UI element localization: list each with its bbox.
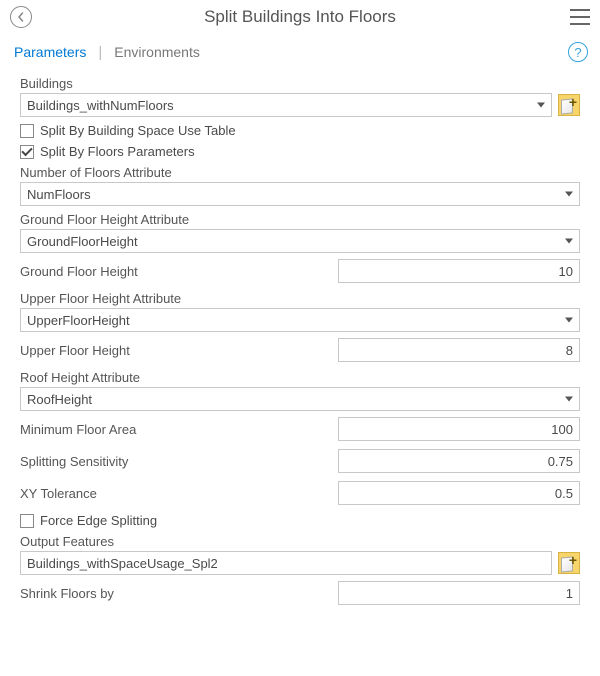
split-sensitivity-input[interactable] [338, 449, 580, 473]
chevron-down-icon [565, 318, 573, 323]
output-features-input[interactable] [20, 551, 552, 575]
page-title: Split Buildings Into Floors [0, 7, 600, 27]
upper-height-label: Upper Floor Height [20, 343, 330, 358]
roof-height-attr-label: Roof Height Attribute [20, 366, 580, 387]
upper-height-attr-label: Upper Floor Height Attribute [20, 287, 580, 308]
help-icon: ? [574, 45, 581, 60]
back-button[interactable] [10, 6, 32, 28]
output-features-label: Output Features [20, 530, 580, 551]
upper-height-attr-value: UpperFloorHeight [27, 313, 130, 328]
num-floors-attr-value: NumFloors [27, 187, 91, 202]
roof-height-attr-select[interactable]: RoofHeight [20, 387, 580, 411]
plus-icon: + [569, 552, 577, 568]
plus-icon: + [569, 94, 577, 110]
split-by-floors-label: Split By Floors Parameters [40, 144, 195, 159]
num-floors-attr-select[interactable]: NumFloors [20, 182, 580, 206]
menu-button[interactable] [570, 9, 590, 25]
min-floor-area-label: Minimum Floor Area [20, 422, 330, 437]
buildings-value: Buildings_withNumFloors [27, 98, 174, 113]
parameters-form: Buildings Buildings_withNumFloors + Spli… [0, 68, 600, 619]
chevron-down-icon [565, 192, 573, 197]
split-by-floors-checkbox[interactable] [20, 145, 34, 159]
shrink-by-input[interactable] [338, 581, 580, 605]
help-button[interactable]: ? [568, 42, 588, 62]
split-sensitivity-label: Splitting Sensitivity [20, 454, 330, 469]
tab-environments[interactable]: Environments [112, 42, 202, 62]
tab-parameters[interactable]: Parameters [12, 42, 88, 62]
add-layer-button[interactable]: + [558, 94, 580, 116]
force-edge-label: Force Edge Splitting [40, 513, 157, 528]
split-by-space-use-checkbox[interactable] [20, 124, 34, 138]
ground-height-attr-label: Ground Floor Height Attribute [20, 208, 580, 229]
ground-height-label: Ground Floor Height [20, 264, 330, 279]
buildings-select[interactable]: Buildings_withNumFloors [20, 93, 552, 117]
ground-height-attr-select[interactable]: GroundFloorHeight [20, 229, 580, 253]
roof-height-attr-value: RoofHeight [27, 392, 92, 407]
ground-height-attr-value: GroundFloorHeight [27, 234, 138, 249]
tab-separator: | [98, 44, 102, 61]
buildings-label: Buildings [20, 72, 580, 93]
chevron-down-icon [565, 397, 573, 402]
xy-tolerance-label: XY Tolerance [20, 486, 330, 501]
menu-icon [570, 9, 590, 11]
ground-height-input[interactable] [338, 259, 580, 283]
num-floors-attr-label: Number of Floors Attribute [20, 161, 580, 182]
min-floor-area-input[interactable] [338, 417, 580, 441]
arrow-left-icon [16, 12, 26, 22]
shrink-by-label: Shrink Floors by [20, 586, 330, 601]
browse-output-button[interactable]: + [558, 552, 580, 574]
force-edge-checkbox[interactable] [20, 514, 34, 528]
xy-tolerance-input[interactable] [338, 481, 580, 505]
chevron-down-icon [537, 103, 545, 108]
upper-height-attr-select[interactable]: UpperFloorHeight [20, 308, 580, 332]
split-by-space-use-label: Split By Building Space Use Table [40, 123, 236, 138]
chevron-down-icon [565, 239, 573, 244]
upper-height-input[interactable] [338, 338, 580, 362]
